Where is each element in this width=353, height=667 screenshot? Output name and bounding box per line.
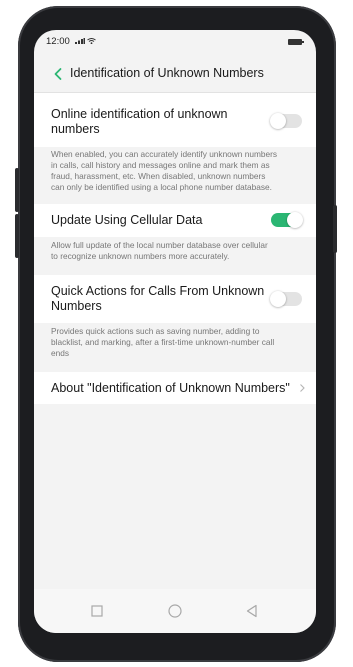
description-line: Allow full update of the local number da…	[51, 240, 268, 250]
recent-apps-icon[interactable]	[88, 602, 106, 620]
page-title: Identification of Unknown Numbers	[70, 66, 264, 80]
quick-actions-label: Quick Actions for Calls From Unknown Num…	[51, 284, 264, 314]
cellular-update-toggle[interactable]	[271, 212, 303, 228]
online-identification-label-line1: Online identification of unknown	[51, 107, 228, 121]
online-identification-label: Online identification of unknown numbers	[51, 107, 228, 137]
online-identification-toggle[interactable]	[270, 113, 302, 129]
signal-icon	[75, 38, 85, 44]
battery-icon	[288, 39, 304, 45]
quick-actions-toggle[interactable]	[270, 291, 302, 307]
quick-actions-description: Provides quick actions such as saving nu…	[51, 326, 303, 359]
quick-actions-label-line1: Quick Actions for Calls From Unknown	[51, 284, 265, 298]
description-line: fraud, harassment, etc. When disabled, u…	[51, 171, 266, 181]
back-icon[interactable]	[243, 602, 261, 620]
quick-actions-label-line2: Numbers	[51, 299, 102, 313]
cellular-update-description: Allow full update of the local number da…	[51, 240, 303, 262]
about-label: About "Identification of Unknown Numbers…	[51, 381, 290, 395]
description-line: can only be identified using a local pho…	[51, 182, 272, 192]
cellular-update-row[interactable]: Update Using Cellular Data	[34, 204, 316, 237]
chevron-right-icon	[300, 384, 305, 392]
status-bar: 12:00	[34, 30, 316, 52]
about-row[interactable]: About "Identification of Unknown Numbers…	[34, 372, 316, 404]
home-icon[interactable]	[166, 602, 184, 620]
online-identification-row[interactable]: Online identification of unknown numbers	[34, 93, 316, 147]
volume-down-button	[15, 214, 19, 258]
quick-actions-row[interactable]: Quick Actions for Calls From Unknown Num…	[34, 275, 316, 323]
online-identification-label-line2: numbers	[51, 122, 100, 136]
description-line: in calls, call history and messages onli…	[51, 160, 270, 170]
toggle-knob	[270, 113, 286, 129]
screen: 12:00 Identification of Unknown Numbers …	[34, 30, 316, 633]
description-line: ends	[51, 348, 69, 358]
volume-up-button	[15, 168, 19, 212]
online-identification-description: When enabled, you can accurately identif…	[51, 149, 303, 193]
cellular-update-label: Update Using Cellular Data	[51, 213, 203, 227]
toggle-knob	[270, 291, 286, 307]
description-line: blacklist, and marking, after a first-ti…	[51, 337, 275, 347]
status-time: 12:00	[46, 36, 70, 47]
description-line: Provides quick actions such as saving nu…	[51, 326, 260, 336]
wifi-icon	[87, 38, 96, 44]
chevron-left-icon[interactable]	[50, 65, 68, 83]
description-line: to recognize unknown numbers more accura…	[51, 251, 230, 261]
toggle-knob	[287, 212, 303, 228]
description-line: When enabled, you can accurately identif…	[51, 149, 277, 159]
power-button	[333, 205, 337, 253]
app-header: Identification of Unknown Numbers	[34, 56, 316, 92]
navigation-bar	[34, 589, 316, 633]
